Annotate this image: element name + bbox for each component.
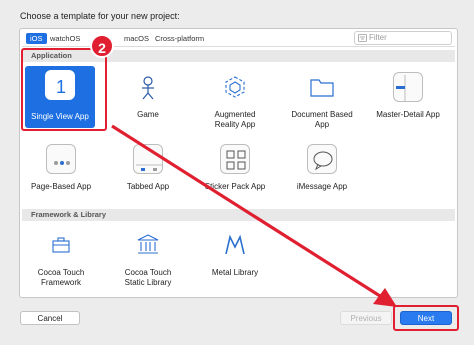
ar-cube-icon — [220, 72, 250, 102]
template-cocoa-touch-static-library[interactable]: Cocoa Touch Static Library — [106, 230, 190, 288]
tab-macos[interactable]: macOS — [120, 33, 153, 44]
template-sticker-pack-app[interactable]: Sticker Pack App — [193, 144, 277, 192]
template-master-detail-app[interactable]: Master-Detail App — [366, 72, 450, 120]
template-cocoa-touch-framework[interactable]: Cocoa Touch Framework — [19, 230, 103, 288]
template-label: Page-Based App — [30, 182, 92, 191]
template-label: Cocoa Touch Static Library — [124, 268, 172, 287]
template-metal-library[interactable]: Metal Library — [193, 230, 277, 278]
speech-bubble-icon — [307, 144, 337, 174]
filter-field[interactable]: Filter — [354, 31, 452, 45]
grid-icon — [220, 144, 250, 174]
next-button[interactable]: Next — [400, 311, 452, 325]
filter-placeholder: Filter — [369, 33, 387, 42]
tab-bar-icon — [133, 144, 163, 174]
template-label: Cocoa Touch Framework — [37, 268, 85, 287]
section-header-framework-library: Framework & Library — [22, 209, 455, 221]
template-label: Tabbed App — [126, 182, 170, 191]
building-icon — [133, 230, 163, 260]
annotation-step-badge: 2 — [90, 34, 114, 58]
number-one-icon: 1 — [45, 70, 75, 100]
folder-icon — [307, 72, 337, 102]
tab-ios[interactable]: iOS — [26, 33, 47, 44]
platform-tab-bar: iOS watchOS macOS Cross-platform Filter — [22, 31, 455, 47]
template-document-based-app[interactable]: Document Based App — [280, 72, 364, 130]
cancel-button[interactable]: Cancel — [20, 311, 80, 325]
template-label: Game — [137, 110, 159, 119]
template-game[interactable]: Game — [106, 72, 190, 120]
split-view-icon — [393, 72, 423, 102]
template-label: iMessage App — [296, 182, 348, 191]
page-dots-icon — [46, 144, 76, 174]
svg-text:1: 1 — [56, 77, 66, 97]
filter-icon — [358, 34, 367, 42]
template-label: Metal Library — [211, 268, 259, 277]
template-tabbed-app[interactable]: Tabbed App — [106, 144, 190, 192]
game-character-icon — [133, 72, 163, 102]
template-label: Document Based App — [291, 110, 353, 129]
toolbox-icon — [46, 230, 76, 260]
tab-watchos[interactable]: watchOS — [46, 33, 84, 44]
metal-icon — [220, 230, 250, 260]
dialog-title: Choose a template for your new project: — [20, 11, 180, 21]
tab-cross-platform[interactable]: Cross-platform — [151, 33, 208, 44]
template-augmented-reality-app[interactable]: Augmented Reality App — [193, 72, 277, 130]
previous-button[interactable]: Previous — [340, 311, 392, 325]
template-imessage-app[interactable]: iMessage App — [280, 144, 364, 192]
template-page-based-app[interactable]: Page-Based App — [19, 144, 103, 192]
template-label: Master-Detail App — [376, 110, 440, 119]
template-label: Sticker Pack App — [204, 182, 266, 191]
template-label: Single View App — [31, 112, 89, 121]
template-label: Augmented Reality App — [214, 110, 256, 129]
